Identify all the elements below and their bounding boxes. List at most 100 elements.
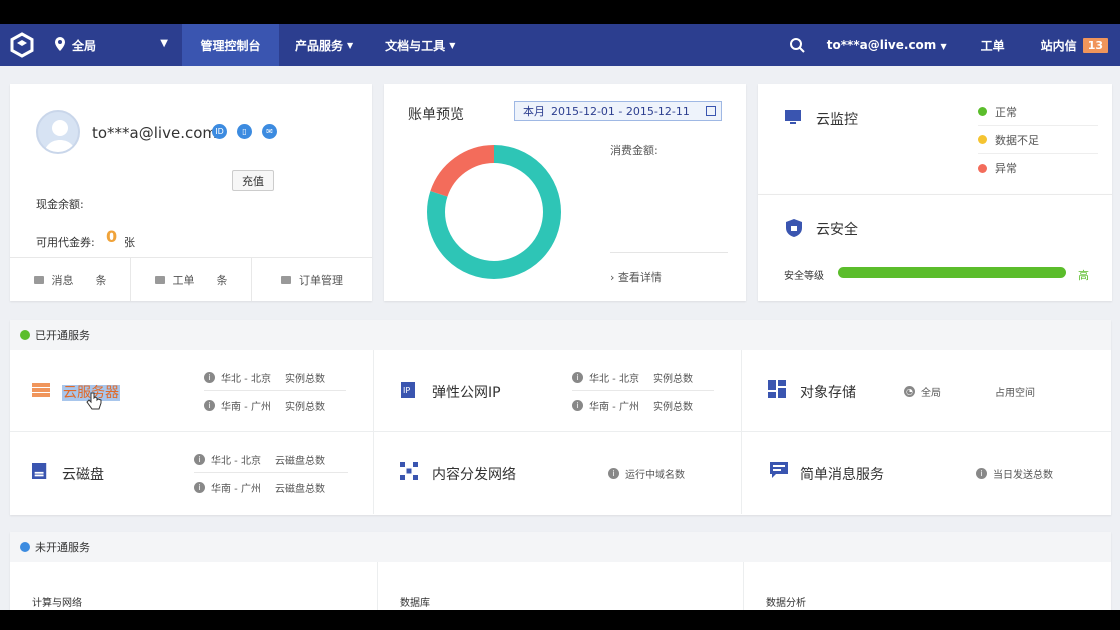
service-cdn-name: 内容分发网络 — [432, 467, 516, 483]
date-range-picker[interactable]: 本月 2015-12-01 - 2015-12-11 — [514, 101, 722, 121]
unopened-services-panel: 未开通服务 计算与网络 数据库 数据分析 — [10, 532, 1111, 610]
service-meta: i 华南 - 广州 实例总数 — [204, 398, 325, 413]
cloud-security-card[interactable]: 云安全 安全等级 高 — [758, 194, 1112, 301]
view-details-label: 查看详情 — [617, 271, 662, 284]
unopened-services-header: 未开通服务 — [10, 532, 1111, 562]
avatar[interactable] — [36, 110, 80, 154]
service-meta: i 当日发送总数 — [976, 466, 1053, 481]
messages-stat[interactable]: 消息 条 — [10, 258, 131, 301]
service-meta: i 华南 - 广州 云磁盘总数 — [194, 480, 325, 495]
region-label: 全局 — [72, 38, 97, 53]
service-meta: i 华南 - 广州 实例总数 — [572, 398, 693, 413]
divider — [743, 562, 744, 610]
view-details-link[interactable]: › 查看详情 — [610, 269, 662, 285]
info-icon: i — [608, 468, 619, 479]
storage-icon — [768, 380, 786, 398]
nav-docs[interactable]: 文档与工具 ▼ — [369, 24, 471, 66]
recharge-button[interactable]: 充值 — [232, 170, 274, 191]
meta-metric: 实例总数 — [284, 402, 325, 413]
brand-logo-icon[interactable] — [0, 24, 44, 66]
red-dot-icon — [978, 163, 987, 173]
service-eip-name: 弹性公网IP — [432, 385, 501, 401]
svg-text:IP: IP — [403, 386, 410, 395]
bill-title: 账单预览 — [408, 107, 464, 123]
coupon-label: 可用代金券: — [36, 236, 95, 249]
meta-metric: 云磁盘总数 — [274, 456, 325, 467]
message-icon — [770, 462, 788, 478]
orders-link[interactable]: 订单管理 — [252, 258, 372, 301]
service-cmq[interactable]: 简单消息服务 i 当日发送总数 — [742, 432, 1111, 514]
status-insufficient: 数据不足 — [978, 126, 1098, 154]
nav-console[interactable]: 管理控制台 — [182, 24, 279, 66]
bill-preview-card: 账单预览 本月 2015-12-01 - 2015-12-11 消费金额: › … — [384, 84, 746, 301]
category-analytics: 数据分析 — [766, 598, 806, 609]
meta-region: 华南 - 广州 — [589, 402, 639, 413]
date-range-label: 本月 — [523, 105, 545, 118]
security-level-bar — [838, 267, 1066, 278]
user-menu[interactable]: to***a@live.com ▼ — [827, 38, 947, 52]
opened-services-title: 已开通服务 — [35, 329, 90, 342]
meta-metric: 实例总数 — [284, 374, 325, 385]
nav-console-label: 管理控制台 — [200, 38, 261, 53]
phone-icon[interactable]: ▯ — [237, 124, 252, 139]
service-cos[interactable]: 对象存储 ◔ 全局 占用空间 — [742, 350, 1111, 432]
meta-metric: 实例总数 — [652, 402, 693, 413]
service-cbs-name: 云磁盘 — [62, 467, 104, 483]
server-icon — [32, 383, 50, 397]
info-icon: i — [194, 454, 205, 465]
divider — [572, 390, 714, 391]
chevron-down-icon: ▼ — [940, 42, 947, 51]
service-cvm[interactable]: 云服务器 i华北 - 北京实例总数 i华南 - 广州实例总数 — [10, 350, 374, 432]
chevron-down-icon: ▼ — [160, 38, 168, 49]
service-meta: ◔ 全局 占用空间 — [904, 384, 1035, 399]
disk-icon — [32, 463, 47, 479]
service-meta: i 运行中域名数 — [608, 466, 685, 481]
pie-icon: ◔ — [904, 386, 915, 397]
nav-docs-label: 文档与工具 — [385, 38, 446, 53]
region-selector[interactable]: 全局 ▼ — [54, 24, 180, 66]
nav-products[interactable]: 产品服务 ▼ — [279, 24, 369, 66]
top-nav: 全局 ▼ 管理控制台 产品服务 ▼ 文档与工具 ▼ to***a@live.com … — [0, 24, 1120, 66]
blue-dot-icon — [20, 542, 30, 552]
meta-metric: 运行中域名数 — [625, 470, 685, 481]
info-icon: i — [204, 400, 215, 411]
id-card-icon[interactable]: ID — [212, 124, 227, 139]
status-abnormal: 异常 — [978, 154, 1098, 182]
search-icon[interactable] — [777, 24, 817, 66]
mail-icon[interactable]: ✉ — [262, 124, 277, 139]
console-page: 全局 ▼ 管理控制台 产品服务 ▼ 文档与工具 ▼ to***a@live.com … — [0, 24, 1120, 610]
green-dot-icon — [978, 107, 987, 116]
divider — [377, 562, 378, 610]
meta-region: 华北 - 北京 — [221, 374, 271, 385]
meta-region: 华南 - 广州 — [221, 402, 271, 413]
tickets-stat[interactable]: 工单 条 — [131, 258, 252, 301]
meta-region: 华北 - 北京 — [589, 374, 639, 385]
date-range-value: 2015-12-01 - 2015-12-11 — [551, 104, 690, 118]
info-icon: i — [976, 468, 987, 479]
messages-stat-suffix: 条 — [95, 273, 107, 287]
service-cdn[interactable]: 内容分发网络 i 运行中域名数 — [374, 432, 742, 514]
spend-amount-label: 消费金额: — [610, 144, 658, 157]
divider — [610, 252, 728, 253]
meta-region: 全局 — [921, 388, 941, 399]
meta-metric: 当日发送总数 — [993, 470, 1053, 481]
opened-services-panel: 已开通服务 云服务器 i华北 - 北京实例总数 i华南 - 广州实例总数 IP … — [10, 320, 1111, 515]
messages-stat-label: 消息 — [51, 273, 74, 287]
security-level-value: 高 — [1078, 269, 1089, 282]
meta-region: 华南 - 广州 — [211, 484, 261, 495]
messages-link[interactable]: 站内信 13 — [1041, 37, 1108, 54]
meta-region: 华北 - 北京 — [211, 456, 261, 467]
message-count-badge: 13 — [1082, 37, 1108, 53]
service-eip[interactable]: IP 弹性公网IP i 华北 - 北京 实例总数 i 华南 - 广州 实例总数 — [374, 350, 742, 432]
divider — [204, 390, 346, 391]
cloud-monitor-card[interactable]: 云监控 正常 数据不足 异常 — [758, 84, 1112, 194]
service-cbs[interactable]: 云磁盘 i 华北 - 北京 云磁盘总数 i 华南 - 广州 云磁盘总数 — [10, 432, 374, 514]
info-icon: i — [204, 372, 215, 383]
shield-icon — [786, 219, 802, 241]
messages-label: 站内信 — [1040, 38, 1077, 53]
nav-products-label: 产品服务 — [295, 38, 344, 53]
bill-donut-chart — [427, 145, 561, 279]
envelope-icon — [33, 275, 44, 284]
service-meta: i 华北 - 北京 实例总数 — [572, 370, 693, 385]
ticket-link[interactable]: 工单 — [981, 37, 1005, 54]
